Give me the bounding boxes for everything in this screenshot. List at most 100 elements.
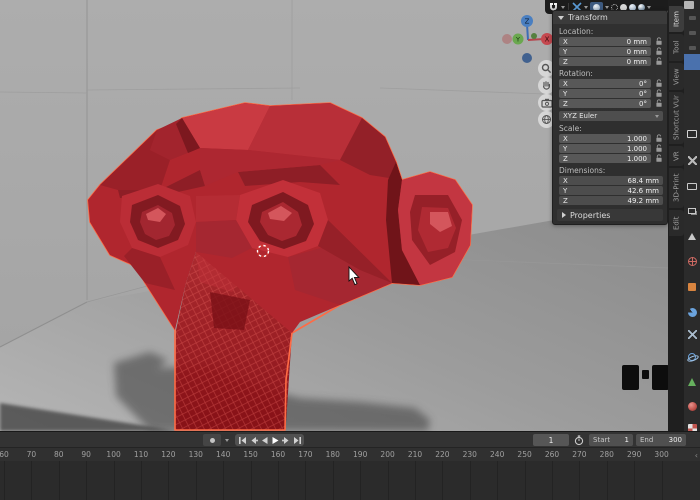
overlay-left-mouse-button <box>622 365 639 390</box>
grid-perspective-icon <box>541 114 552 125</box>
editor-mini-control[interactable] <box>689 31 696 35</box>
tab-shortcut-vur[interactable]: Shortcut VUr <box>669 92 684 144</box>
editor-mini-control[interactable] <box>689 16 696 20</box>
proportional-dropdown-chevron[interactable] <box>584 6 588 9</box>
snap-dropdown-chevron[interactable] <box>561 6 565 9</box>
current-frame-field[interactable]: 1 <box>533 434 569 446</box>
transform-panel-header[interactable]: Transform <box>553 11 667 24</box>
properties-tab-output[interactable] <box>687 181 697 191</box>
scale-x-field[interactable]: X 1.000 <box>559 134 651 143</box>
material-sphere-icon <box>688 402 697 411</box>
dimensions-y-field[interactable]: Y 42.6 mm <box>559 186 663 195</box>
properties-subpanel-header[interactable]: Properties <box>557 209 663 221</box>
tab-edit[interactable]: Edit <box>669 210 684 236</box>
next-keyframe-button[interactable] <box>281 434 291 446</box>
jump-to-end-button[interactable] <box>292 434 302 446</box>
timeline-gridline <box>442 461 443 500</box>
location-z-field[interactable]: Z 0 mm <box>559 57 651 66</box>
rotation-z-lock-icon[interactable] <box>654 99 663 108</box>
panel-title: Transform <box>568 13 608 22</box>
scale-z-field[interactable]: Z 1.000 <box>559 154 651 163</box>
timeline-gridline <box>662 461 663 500</box>
timeline-gridline <box>141 461 142 500</box>
editor-mini-control[interactable] <box>689 46 696 50</box>
dimensions-y-row: Y 42.6 mm <box>559 186 663 195</box>
properties-tab-physics[interactable] <box>687 352 697 362</box>
properties-tab-view-layer[interactable] <box>687 206 697 216</box>
active-tab-highlight <box>684 54 700 70</box>
frame-end-field[interactable]: End 300 <box>636 434 686 446</box>
svg-text:Y: Y <box>515 36 520 44</box>
scale-y-lock-icon[interactable] <box>654 144 663 153</box>
frame-start-field[interactable]: Start 1 <box>589 434 633 446</box>
previous-keyframe-button[interactable] <box>248 434 258 446</box>
magnifier-icon <box>541 63 552 74</box>
dimensions-z-field[interactable]: Z 49.2 mm <box>559 196 663 205</box>
timeline-gridline <box>86 461 87 500</box>
ruler-frame-label: 60 <box>0 450 9 459</box>
ruler-frame-label: 250 <box>517 450 531 459</box>
scale-x-lock-icon[interactable] <box>654 134 663 143</box>
scale-z-lock-icon[interactable] <box>654 154 663 163</box>
location-y-lock-icon[interactable] <box>654 47 663 56</box>
tool-icon <box>688 156 697 165</box>
location-y-field[interactable]: Y 0 mm <box>559 47 651 56</box>
properties-tab-scene[interactable] <box>687 231 697 241</box>
timeline-gridline <box>59 461 60 500</box>
rotation-x-field[interactable]: X 0° <box>559 79 651 88</box>
playback-controls <box>235 434 304 446</box>
rotation-x-lock-icon[interactable] <box>654 79 663 88</box>
shading-dropdown-chevron[interactable] <box>647 6 651 9</box>
world-globe-icon <box>688 257 697 266</box>
stopwatch-icon[interactable] <box>572 434 585 446</box>
tab-3d-print[interactable]: 3D-Print <box>669 168 684 208</box>
falloff-dropdown-chevron[interactable] <box>605 6 609 9</box>
jump-to-start-button[interactable] <box>237 434 247 446</box>
rotation-mode-dropdown[interactable]: XYZ Euler <box>559 111 663 121</box>
camera-icon <box>541 98 553 108</box>
ruler-frame-label: 210 <box>408 450 422 459</box>
ruler-frame-label: 240 <box>490 450 504 459</box>
properties-tab-material[interactable] <box>687 401 697 411</box>
timeline-track-area[interactable] <box>0 461 700 500</box>
properties-tab-render[interactable] <box>687 129 697 139</box>
ruler-frame-label: 270 <box>572 450 586 459</box>
tab-view[interactable]: View <box>669 63 684 90</box>
auto-keying-dropdown-chevron[interactable] <box>225 439 229 442</box>
location-x-row: X 0 mm <box>559 37 663 46</box>
tab-tool[interactable]: Tool <box>669 34 684 61</box>
rotation-y-field[interactable]: Y 0° <box>559 89 651 98</box>
rotation-z-row: Z 0° <box>559 99 663 108</box>
auto-keying-button[interactable] <box>203 434 221 446</box>
scale-y-field[interactable]: Y 1.000 <box>559 144 651 153</box>
rotation-y-lock-icon[interactable] <box>654 89 663 98</box>
ruler-frame-label: 280 <box>600 450 614 459</box>
properties-tab-world[interactable] <box>687 256 697 266</box>
ruler-frame-label: 90 <box>81 450 91 459</box>
timeline-gridline <box>525 461 526 500</box>
gizmo-negative-x-axis <box>502 34 512 44</box>
scale-y-row: Y 1.000 <box>559 144 663 153</box>
play-button[interactable] <box>270 434 280 446</box>
location-x-field[interactable]: X 0 mm <box>559 37 651 46</box>
properties-tab-object-data[interactable] <box>687 377 697 387</box>
properties-tab-tool[interactable] <box>687 155 697 165</box>
tab-item[interactable]: Item <box>669 6 684 32</box>
timeline-ruler[interactable]: ‹ 60708090100110120130140150160170180190… <box>0 448 700 461</box>
timeline-gridline <box>278 461 279 500</box>
ruler-collapse-arrow[interactable]: ‹ <box>695 451 698 460</box>
rotation-z-field[interactable]: Z 0° <box>559 99 651 108</box>
dimensions-x-field[interactable]: X 68.4 mm <box>559 176 663 185</box>
tab-vr[interactable]: VR <box>669 146 684 166</box>
svg-text:X: X <box>545 36 550 44</box>
properties-tab-modifiers[interactable] <box>687 307 697 317</box>
properties-tab-column <box>684 0 700 431</box>
location-x-lock-icon[interactable] <box>654 37 663 46</box>
play-reverse-button[interactable] <box>259 434 269 446</box>
properties-tab-object[interactable] <box>687 282 697 292</box>
properties-tab-constraints[interactable] <box>687 329 697 339</box>
location-z-row: Z 0 mm <box>559 57 663 66</box>
editor-header-icon <box>684 1 694 9</box>
ruler-frame-label: 190 <box>353 450 367 459</box>
location-z-lock-icon[interactable] <box>654 57 663 66</box>
